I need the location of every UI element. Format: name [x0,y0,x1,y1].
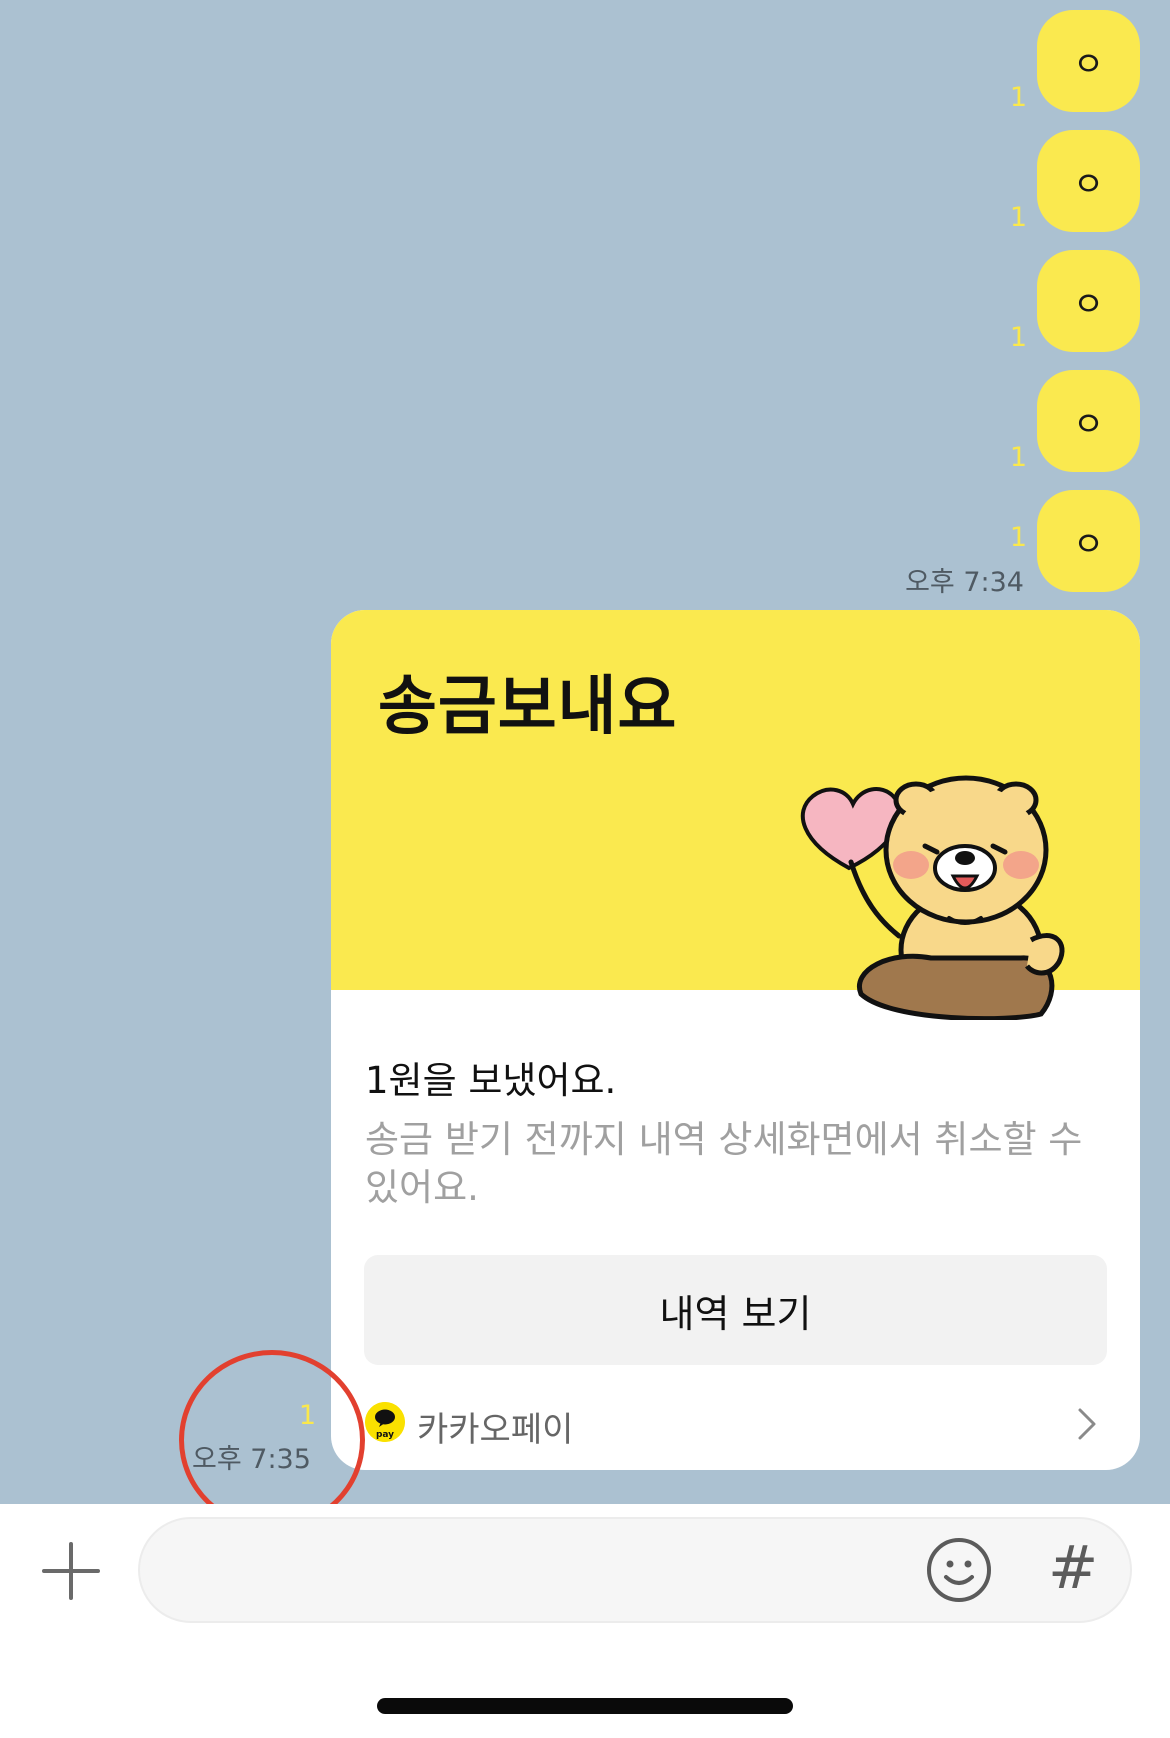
unread-count: 1 [1009,202,1027,233]
card-title: 송금보내요 [378,670,678,744]
transfer-description: 송금 받기 전까지 내역 상세화면에서 취소할 수 있어요. [365,1118,1083,1209]
unread-count: 1 [1009,522,1027,553]
message-bubble[interactable]: ㅇ [1037,250,1140,352]
view-details-button[interactable]: 내역 보기 [364,1255,1107,1365]
message-text: ㅇ [1072,404,1105,445]
plus-icon[interactable] [40,1540,102,1602]
annotation-circle [179,1350,365,1530]
message-bubble[interactable]: ㅇ [1037,130,1140,232]
chat-area[interactable]: ㅇ 1 ㅇ 1 ㅇ 1 ㅇ 1 ㅇ 1 오후 7:34 송금보내요 1원을 보냈… [0,0,1170,1530]
home-indicator [377,1698,793,1714]
kakaopay-link[interactable]: pay 카카오페이 [331,1380,1140,1470]
kakaopay-label: 카카오페이 [417,1410,574,1450]
transfer-card[interactable]: 송금보내요 1원을 보냈어요. 송금 받기 전까지 내역 상세화면에서 취소할 … [331,610,1140,1470]
message-bubble[interactable]: ㅇ [1037,490,1140,592]
message-text: ㅇ [1072,164,1105,205]
unread-count: 1 [1009,82,1027,113]
card-header: 송금보내요 [331,610,1140,1020]
unread-count: 1 [1009,442,1027,473]
message-text: ㅇ [1072,44,1105,85]
message-time: 오후 7:34 [905,567,1024,598]
message-bubble[interactable]: ㅇ [1037,10,1140,112]
kakaopay-logo-icon: pay [365,1402,405,1442]
chevron-right-icon [1078,1408,1096,1440]
pay-logo-text: pay [376,1430,394,1440]
message-bubble[interactable]: ㅇ [1037,370,1140,472]
unread-count: 1 [1009,322,1027,353]
bear-character-illustration [800,775,1065,1020]
transfer-amount-text: 1원을 보냈어요. [365,1059,617,1102]
message-text: ㅇ [1072,284,1105,325]
hashtag-search-button[interactable]: # [1048,1532,1098,1604]
emoji-icon[interactable] [926,1537,992,1603]
message-text: ㅇ [1072,524,1105,565]
